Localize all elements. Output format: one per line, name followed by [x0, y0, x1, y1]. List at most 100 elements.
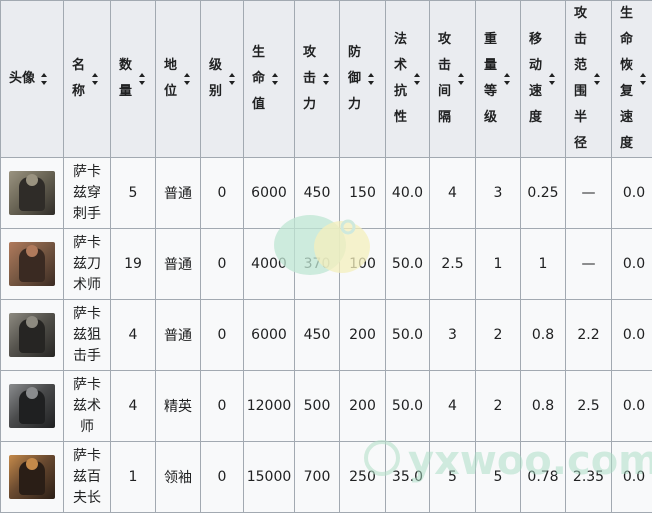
sarkaz-bladeweaver-portrait-icon[interactable]: [9, 242, 55, 286]
column-header-weight[interactable]: 重量等级: [476, 1, 521, 158]
level-cell: 0: [201, 229, 244, 300]
count-cell: 5: [111, 158, 156, 229]
count-cell: 19: [111, 229, 156, 300]
speed-cell: 0.25: [521, 158, 566, 229]
status-cell: 普通: [156, 300, 201, 371]
column-header-label: 防御力: [348, 40, 362, 118]
sarkaz-sniper-portrait-icon[interactable]: [9, 313, 55, 357]
column-header-label: 名称: [72, 53, 86, 105]
enemy-name-cell[interactable]: 萨卡兹穿刺手: [64, 158, 111, 229]
table-row: 萨卡兹刀术师19普通0400037010050.02.511—0.0: [1, 229, 652, 300]
weight-cell: 3: [476, 158, 521, 229]
enemy-stats-table: 头像名称数量地位级别生命值攻击力防御力 法术抗性攻击间隔重量等级 移动速度 攻击范围半…: [0, 0, 652, 513]
enemy-name-cell[interactable]: 萨卡兹术师: [64, 371, 111, 442]
table-row: 萨卡兹百夫长1领袖01500070025035.0550.782.350.0: [1, 442, 652, 513]
regen-cell: 0.0: [612, 371, 652, 442]
speed-cell: 0.8: [521, 300, 566, 371]
sort-toggle-icon[interactable]: [229, 73, 236, 85]
column-header-count[interactable]: 数量: [111, 1, 156, 158]
def-cell: 100: [340, 229, 386, 300]
portrait-cell: [1, 300, 64, 371]
range-cell: 2.2: [566, 300, 612, 371]
count-cell: 1: [111, 442, 156, 513]
column-header-name[interactable]: 名称: [64, 1, 111, 158]
column-header-label: 重量等级: [484, 27, 498, 131]
sort-toggle-icon[interactable]: [323, 73, 330, 85]
interval-cell: 2.5: [430, 229, 476, 300]
column-header-range[interactable]: 攻击范围半径: [566, 1, 612, 158]
column-header-status[interactable]: 地位: [156, 1, 201, 158]
speed-cell: 0.78: [521, 442, 566, 513]
res-cell: 40.0: [386, 158, 430, 229]
res-cell: 50.0: [386, 300, 430, 371]
res-cell: 35.0: [386, 442, 430, 513]
table-row: 萨卡兹狙击手4普通0600045020050.0320.82.20.0: [1, 300, 652, 371]
regen-cell: 0.0: [612, 229, 652, 300]
sarkaz-caster-portrait-icon[interactable]: [9, 384, 55, 428]
column-header-label: 移动速度: [529, 27, 543, 131]
hp-cell: 6000: [244, 300, 295, 371]
column-header-res[interactable]: 法术抗性: [386, 1, 430, 158]
column-header-interval[interactable]: 攻击间隔: [430, 1, 476, 158]
sort-toggle-icon[interactable]: [414, 73, 421, 85]
column-header-level[interactable]: 级别: [201, 1, 244, 158]
atk-cell: 500: [295, 371, 340, 442]
portrait-head: [26, 245, 38, 257]
enemy-name-line: 夫长: [64, 488, 110, 509]
sort-toggle-icon[interactable]: [41, 73, 48, 85]
interval-cell: 4: [430, 158, 476, 229]
sarkaz-centurion-leader-portrait-icon[interactable]: [9, 455, 55, 499]
enemy-name-line: 萨卡: [64, 233, 110, 254]
enemy-name-cell[interactable]: 萨卡兹百夫长: [64, 442, 111, 513]
sort-toggle-icon[interactable]: [504, 73, 511, 85]
regen-cell: 0.0: [612, 442, 652, 513]
def-cell: 200: [340, 300, 386, 371]
status-cell: 精英: [156, 371, 201, 442]
column-header-label: 攻击范围半径: [574, 1, 588, 157]
sort-toggle-icon[interactable]: [272, 73, 279, 85]
enemy-name-line: 萨卡: [64, 162, 110, 183]
sarkaz-centurion-portrait-icon[interactable]: [9, 171, 55, 215]
table-body: 萨卡兹穿刺手5普通0600045015040.0430.25—0.0萨卡兹刀术师…: [1, 158, 652, 513]
count-cell: 4: [111, 371, 156, 442]
column-header-regen[interactable]: 生命恢复速度: [612, 1, 652, 158]
sort-toggle-icon[interactable]: [458, 73, 465, 85]
status-cell: 普通: [156, 229, 201, 300]
column-header-atk[interactable]: 攻击力: [295, 1, 340, 158]
column-header-speed[interactable]: 移动速度: [521, 1, 566, 158]
column-header-def[interactable]: 防御力: [340, 1, 386, 158]
enemy-name-cell[interactable]: 萨卡兹狙击手: [64, 300, 111, 371]
column-header-label: 生命恢复速度: [620, 1, 634, 157]
status-cell: 普通: [156, 158, 201, 229]
sort-toggle-icon[interactable]: [594, 73, 601, 85]
sort-toggle-icon[interactable]: [368, 73, 375, 85]
enemy-name-line: 萨卡: [64, 304, 110, 325]
enemy-name-line: 萨卡: [64, 446, 110, 467]
def-cell: 250: [340, 442, 386, 513]
sort-toggle-icon[interactable]: [640, 73, 647, 85]
atk-cell: 370: [295, 229, 340, 300]
interval-cell: 5: [430, 442, 476, 513]
sort-toggle-icon[interactable]: [549, 73, 556, 85]
column-header-label: 级别: [209, 53, 223, 105]
weight-cell: 5: [476, 442, 521, 513]
sort-toggle-icon[interactable]: [184, 73, 191, 85]
regen-cell: 0.0: [612, 300, 652, 371]
enemy-name-line: 兹穿: [64, 183, 110, 204]
hp-cell: 6000: [244, 158, 295, 229]
weight-cell: 1: [476, 229, 521, 300]
sort-toggle-icon[interactable]: [139, 73, 146, 85]
sort-toggle-icon[interactable]: [92, 73, 99, 85]
level-cell: 0: [201, 158, 244, 229]
column-header-portrait[interactable]: 头像: [1, 1, 64, 158]
speed-cell: 0.8: [521, 371, 566, 442]
hp-cell: 12000: [244, 371, 295, 442]
enemy-name-line: 师: [64, 417, 110, 438]
portrait-cell: [1, 158, 64, 229]
column-header-hp[interactable]: 生命值: [244, 1, 295, 158]
enemy-name-cell[interactable]: 萨卡兹刀术师: [64, 229, 111, 300]
weight-cell: 2: [476, 300, 521, 371]
header-row: 头像名称数量地位级别生命值攻击力防御力 法术抗性攻击间隔重量等级 移动速度 攻击范围半…: [1, 1, 652, 158]
level-cell: 0: [201, 300, 244, 371]
column-header-label: 地位: [164, 53, 178, 105]
